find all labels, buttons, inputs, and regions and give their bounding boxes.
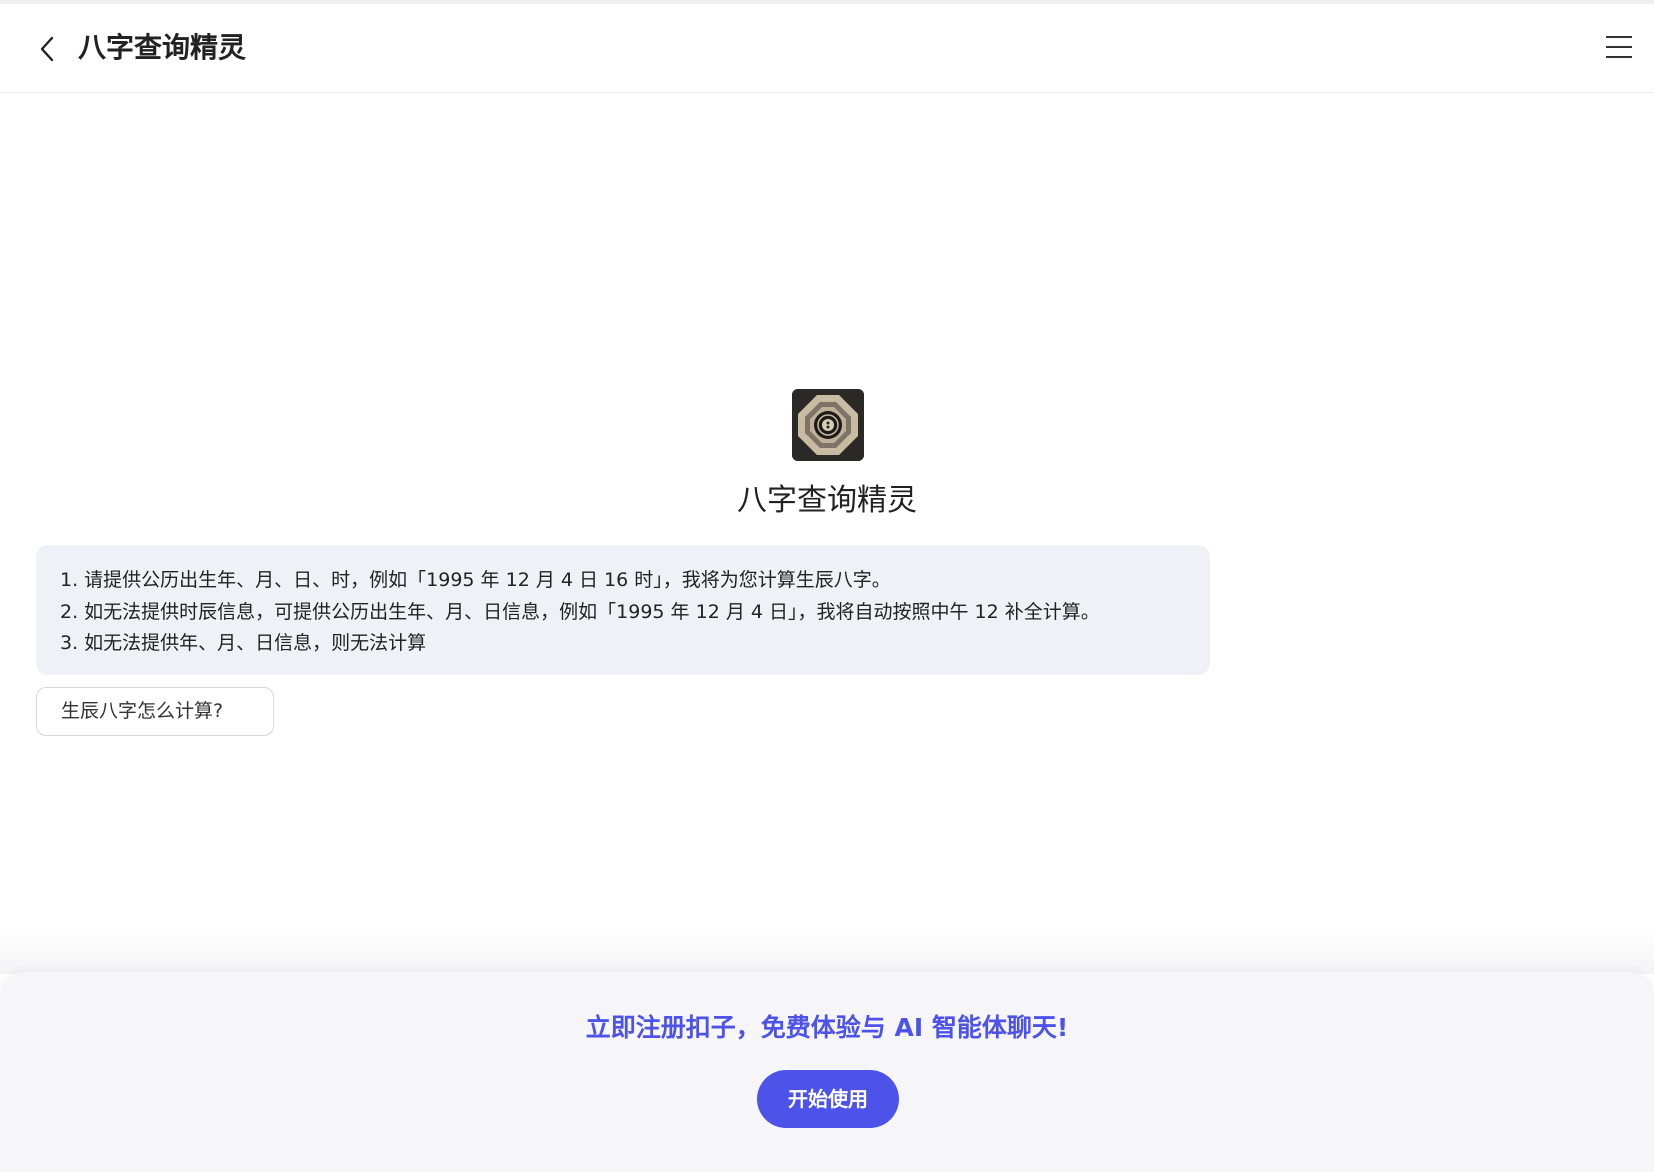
intro-line: 2. 如无法提供时辰信息，可提供公历出生年、月、日信息，例如「1995 年 12… (60, 597, 1186, 629)
fade-overlay (0, 930, 1654, 974)
intro-line: 1. 请提供公历出生年、月、日、时，例如「1995 年 12 月 4 日 16 … (60, 565, 1186, 597)
hamburger-menu-icon (1606, 36, 1632, 38)
suggested-question-chip[interactable]: 生辰八字怎么计算? (36, 687, 274, 736)
start-using-button[interactable]: 开始使用 (757, 1070, 899, 1128)
menu-button[interactable] (1606, 36, 1632, 60)
chevron-left-icon (36, 34, 60, 64)
bagua-avatar-icon (792, 389, 864, 461)
hamburger-line (1606, 46, 1632, 48)
bot-avatar (792, 389, 864, 461)
intro-line: 3. 如无法提供年、月、日信息，则无法计算 (60, 628, 1186, 660)
header-bar: 八字查询精灵 (0, 4, 1654, 93)
back-button[interactable] (36, 34, 60, 64)
signup-promo-panel: 立即注册扣子，免费体验与 AI 智能体聊天! 开始使用 (0, 972, 1654, 1172)
page-title: 八字查询精灵 (78, 28, 246, 68)
bot-intro-message: 1. 请提供公历出生年、月、日、时，例如「1995 年 12 月 4 日 16 … (36, 545, 1210, 675)
promo-text: 立即注册扣子，免费体验与 AI 智能体聊天! (0, 1010, 1654, 1046)
hamburger-line (1606, 56, 1632, 58)
bot-name: 八字查询精灵 (0, 480, 1654, 522)
